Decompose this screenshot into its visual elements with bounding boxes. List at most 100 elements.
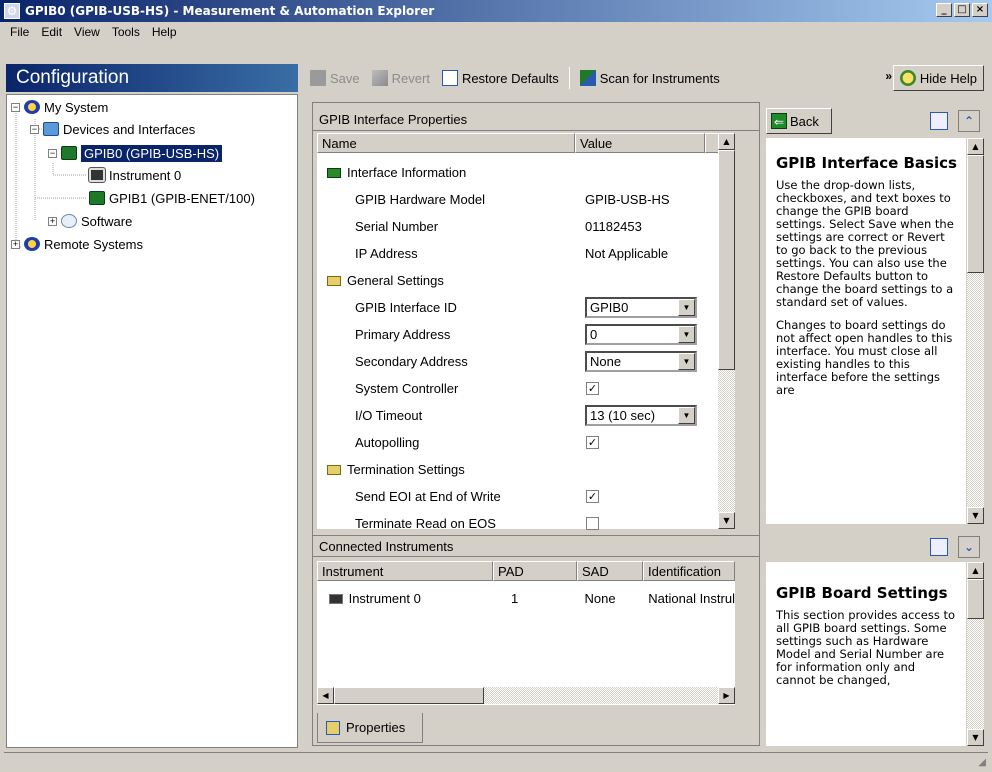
send-eoi-checkbox[interactable]: ✓ bbox=[586, 490, 599, 503]
maximize-button[interactable]: □ bbox=[954, 3, 970, 17]
settings-folder-icon bbox=[327, 464, 341, 475]
collapse-icon[interactable]: − bbox=[11, 102, 20, 112]
collapse-icon[interactable]: − bbox=[48, 148, 57, 158]
expand-icon[interactable]: + bbox=[48, 216, 57, 226]
cell-identification: National Instrul bbox=[648, 591, 735, 606]
help-paragraph: Use the drop-down lists, checkboxes, and… bbox=[776, 178, 954, 309]
restore-label: Restore Defaults bbox=[461, 70, 559, 86]
secondary-address-select[interactable]: None ▼ bbox=[585, 351, 697, 372]
scroll-up-icon[interactable]: ▲ bbox=[967, 562, 984, 579]
row-autopolling-label: Autopolling bbox=[355, 435, 420, 450]
expand-icon[interactable]: + bbox=[11, 239, 20, 249]
scan-instruments-button[interactable]: Scan for Instruments bbox=[574, 66, 726, 90]
scroll-thumb[interactable] bbox=[967, 155, 984, 273]
gpib-board-icon bbox=[61, 146, 77, 160]
dropdown-arrow-icon[interactable]: ▼ bbox=[678, 353, 695, 370]
help-scrollbar-bottom[interactable]: ▲ ▼ bbox=[967, 562, 984, 746]
menu-tools[interactable]: Tools bbox=[106, 25, 146, 39]
back-arrow-icon: ⇐ bbox=[771, 113, 787, 129]
tree-item-remote-systems[interactable]: + Remote Systems bbox=[11, 234, 143, 254]
collapse-down-icon[interactable]: ⌄ bbox=[958, 536, 980, 558]
collapse-up-icon[interactable]: ⌃ bbox=[958, 110, 980, 132]
scroll-thumb[interactable] bbox=[718, 150, 735, 370]
tab-properties[interactable]: Properties bbox=[317, 713, 423, 743]
tree-item-gpib1[interactable]: GPIB1 (GPIB-ENET/100) bbox=[89, 188, 255, 208]
connected-instruments-title: Connected Instruments bbox=[313, 535, 759, 557]
row-terminate-eos-label: Terminate Read on EOS bbox=[355, 516, 496, 531]
column-header-value[interactable]: Value bbox=[575, 133, 705, 153]
help-window-icon[interactable] bbox=[930, 112, 948, 130]
hide-help-label: Hide Help bbox=[919, 70, 977, 86]
group-label: Interface Information bbox=[347, 165, 467, 180]
tree-item-label: GPIB1 (GPIB-ENET/100) bbox=[109, 190, 255, 206]
remote-systems-icon bbox=[24, 237, 40, 251]
collapse-icon[interactable]: − bbox=[30, 124, 39, 134]
help-panel: ⇐ Back ⌃ GPIB Interface Basics Use the d… bbox=[764, 102, 988, 746]
autopolling-checkbox[interactable]: ✓ bbox=[586, 436, 599, 449]
revert-button[interactable]: Revert bbox=[366, 66, 436, 90]
dropdown-arrow-icon[interactable]: ▼ bbox=[678, 326, 695, 343]
configuration-tree[interactable]: − My System − Devices and Interfaces − G… bbox=[6, 94, 298, 748]
scroll-left-icon[interactable]: ◀ bbox=[317, 687, 334, 704]
scroll-down-icon[interactable]: ▼ bbox=[967, 507, 984, 524]
row-serial-value: 01182453 bbox=[585, 219, 642, 234]
revert-icon bbox=[371, 70, 388, 86]
scroll-right-icon[interactable]: ▶ bbox=[718, 687, 735, 704]
scroll-up-icon[interactable]: ▲ bbox=[967, 138, 984, 155]
properties-panel: GPIB Interface Properties Name Value Int… bbox=[312, 102, 760, 746]
scroll-thumb[interactable] bbox=[334, 687, 484, 704]
menu-file[interactable]: File bbox=[4, 25, 35, 39]
help-back-button[interactable]: ⇐ Back bbox=[766, 108, 832, 134]
hide-help-button[interactable]: Hide Help bbox=[892, 65, 984, 91]
tree-item-devices-interfaces[interactable]: − Devices and Interfaces bbox=[30, 119, 195, 139]
column-header-pad[interactable]: PAD bbox=[493, 561, 577, 581]
help-window-icon[interactable] bbox=[930, 538, 948, 556]
save-button[interactable]: Save bbox=[304, 66, 366, 90]
column-header-sad[interactable]: SAD bbox=[577, 561, 643, 581]
save-icon bbox=[310, 70, 326, 86]
menu-view[interactable]: View bbox=[68, 25, 106, 39]
properties-scrollbar[interactable]: ▲ ▼ bbox=[718, 133, 735, 529]
row-hw-model-label: GPIB Hardware Model bbox=[355, 192, 486, 207]
help-scrollbar-top[interactable]: ▲ ▼ bbox=[967, 138, 984, 524]
row-io-timeout-label: I/O Timeout bbox=[355, 408, 423, 423]
dropdown-arrow-icon[interactable]: ▼ bbox=[678, 299, 695, 316]
tab-label: Properties bbox=[346, 720, 406, 735]
scroll-up-icon[interactable]: ▲ bbox=[718, 133, 735, 150]
instruments-hscrollbar[interactable]: ◀ ▶ bbox=[317, 687, 735, 704]
scroll-down-icon[interactable]: ▼ bbox=[967, 729, 984, 746]
system-controller-checkbox[interactable]: ✓ bbox=[586, 382, 599, 395]
menu-help[interactable]: Help bbox=[146, 25, 183, 39]
tree-item-software[interactable]: + Software bbox=[48, 211, 132, 231]
resize-grip-icon[interactable]: ◢ bbox=[978, 757, 986, 768]
restore-defaults-button[interactable]: Restore Defaults bbox=[436, 66, 565, 90]
primary-address-select[interactable]: 0 ▼ bbox=[585, 324, 697, 345]
row-system-controller-label: System Controller bbox=[355, 381, 459, 396]
menu-edit[interactable]: Edit bbox=[35, 25, 68, 39]
column-header-name[interactable]: Name bbox=[317, 133, 575, 153]
minimize-button[interactable]: _ bbox=[936, 3, 952, 17]
interface-id-select[interactable]: GPIB0 ▼ bbox=[585, 297, 697, 318]
scroll-thumb[interactable] bbox=[967, 579, 984, 619]
column-header-identification[interactable]: Identification bbox=[643, 561, 735, 581]
dropdown-arrow-icon[interactable]: ▼ bbox=[678, 407, 695, 424]
tree-item-instrument-0[interactable]: Instrument 0 bbox=[88, 165, 181, 185]
scan-label: Scan for Instruments bbox=[599, 70, 720, 86]
scroll-down-icon[interactable]: ▼ bbox=[718, 512, 735, 529]
table-row[interactable]: Instrument 0 1 None National Instrul bbox=[329, 585, 735, 612]
toolbar-overflow-chevron[interactable]: » bbox=[885, 69, 892, 83]
tree-item-label: My System bbox=[44, 99, 109, 115]
tree-item-my-system[interactable]: − My System bbox=[11, 97, 108, 117]
io-timeout-select[interactable]: 13 (10 sec) ▼ bbox=[585, 405, 697, 426]
board-icon bbox=[327, 167, 341, 178]
tree-item-gpib0[interactable]: − GPIB0 (GPIB-USB-HS) bbox=[48, 143, 223, 163]
terminate-eos-checkbox[interactable] bbox=[586, 517, 599, 530]
properties-title: GPIB Interface Properties bbox=[313, 109, 759, 131]
close-button[interactable]: × bbox=[972, 3, 988, 17]
row-secondary-address-label: Secondary Address bbox=[355, 354, 468, 369]
row-serial-label: Serial Number bbox=[355, 219, 439, 234]
app-icon[interactable]: ⚙ bbox=[4, 3, 20, 19]
tree-item-label: GPIB0 (GPIB-USB-HS) bbox=[81, 144, 223, 162]
column-header-instrument[interactable]: Instrument bbox=[317, 561, 493, 581]
status-bar: ◢ bbox=[4, 752, 988, 772]
